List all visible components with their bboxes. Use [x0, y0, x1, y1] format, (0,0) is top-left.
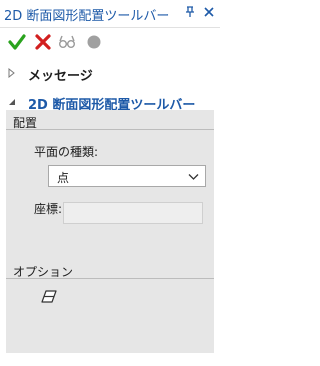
section-options-header: オプション: [6, 260, 214, 279]
properties-panel: 配置 平面の種類: 点 座標: オプション: [6, 110, 214, 353]
tree-node-label: メッセージ: [28, 69, 93, 84]
collapse-arrow-icon[interactable]: [8, 97, 16, 107]
circle-icon[interactable]: [85, 33, 103, 51]
eraser-icon[interactable]: [40, 289, 58, 305]
section-placement-header: 配置: [6, 111, 214, 130]
check-icon[interactable]: [8, 33, 26, 51]
section-title: 配置: [13, 116, 38, 130]
pin-icon[interactable]: [184, 6, 196, 18]
tree-node-messages[interactable]: メッセージ: [0, 62, 220, 84]
chevron-down-icon: [188, 174, 199, 180]
coordinates-label: 座標:: [34, 202, 63, 216]
section-title: オプション: [13, 265, 74, 279]
close-icon[interactable]: [203, 6, 215, 18]
coordinates-field[interactable]: [63, 202, 203, 224]
x-icon[interactable]: [34, 33, 52, 51]
plane-type-label: 平面の種類:: [34, 145, 99, 159]
toolbar: [0, 27, 220, 56]
plane-type-select[interactable]: 点: [48, 165, 206, 187]
title-bar: 2D 断面図形配置ツールバー: [0, 0, 220, 26]
plane-type-value: 点: [57, 171, 70, 185]
expand-arrow-icon[interactable]: [8, 68, 16, 78]
glasses-icon[interactable]: [58, 33, 76, 51]
window-title: 2D 断面図形配置ツールバー: [4, 9, 170, 24]
